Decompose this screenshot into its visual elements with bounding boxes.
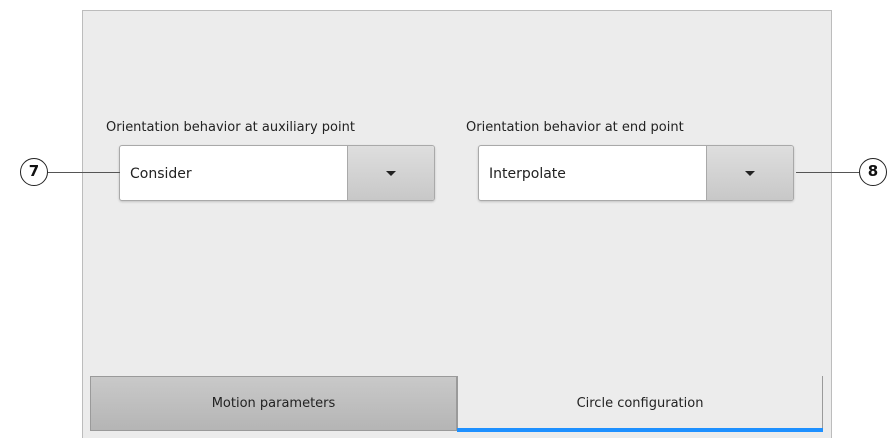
tab-motion-parameters[interactable]: Motion parameters [90,376,457,431]
callout-8: 8 [859,158,887,186]
aux-point-dropdown-button[interactable] [347,146,434,200]
aux-point-select[interactable]: Consider [119,145,435,201]
end-point-label: Orientation behavior at end point [466,120,684,135]
callout-7: 7 [20,158,48,186]
chevron-down-icon [745,170,755,176]
end-point-value: Interpolate [489,166,566,182]
active-tab-indicator [457,428,823,432]
tab-circle-configuration[interactable]: Circle configuration [457,376,823,431]
tab-circle-configuration-label: Circle configuration [576,396,704,411]
tab-motion-parameters-label: Motion parameters [211,396,336,411]
callout-8-leader [796,172,859,173]
aux-point-label: Orientation behavior at auxiliary point [106,120,355,135]
settings-panel [82,10,832,438]
aux-point-value: Consider [130,166,192,182]
chevron-down-icon [386,170,396,176]
end-point-dropdown-button[interactable] [706,146,793,200]
end-point-select[interactable]: Interpolate [478,145,794,201]
callout-7-leader [48,172,120,173]
